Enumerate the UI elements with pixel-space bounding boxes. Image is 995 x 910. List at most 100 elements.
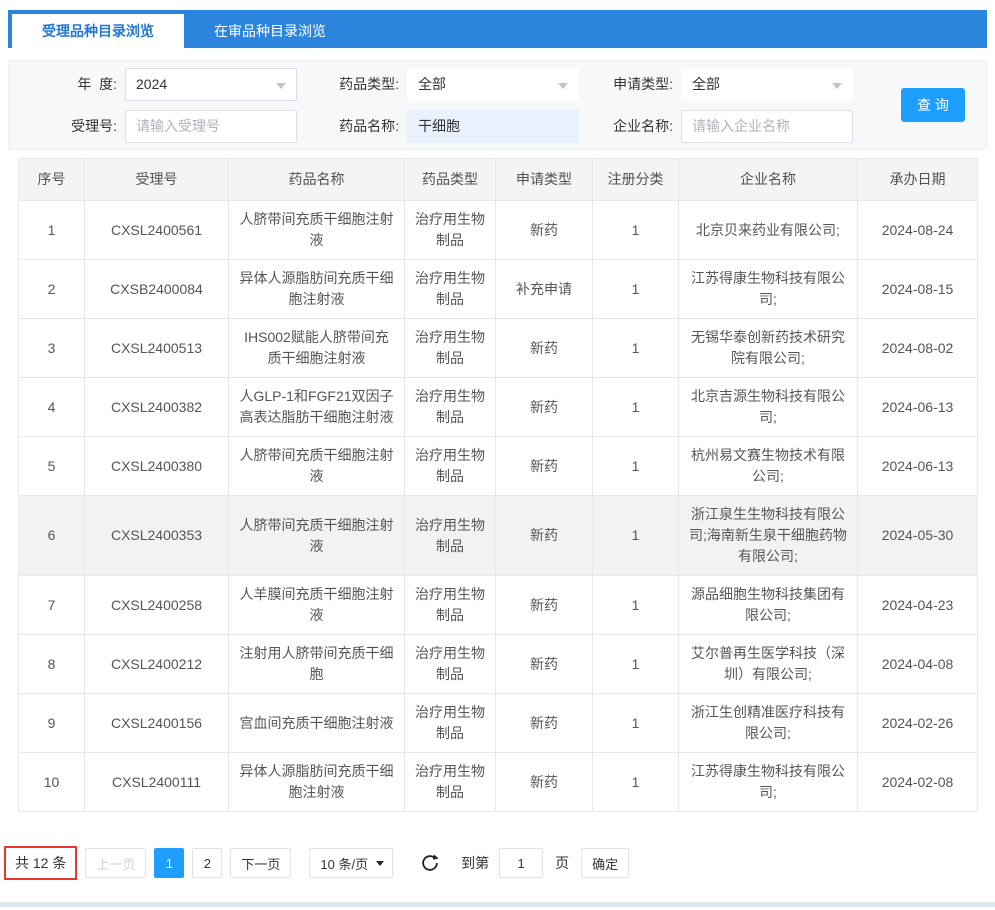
cell-drug-type: 治疗用生物制品: [405, 378, 496, 437]
column-header: 企业名称: [679, 159, 858, 201]
search-button[interactable]: 查 询: [901, 88, 965, 122]
cell-date: 2024-05-30: [858, 496, 978, 576]
cell-date: 2024-06-13: [858, 378, 978, 437]
cell-company: 江苏得康生物科技有限公司;: [679, 753, 858, 812]
filter-panel: 年 度: 2024 药品类型: 全部 申请类型: 全部 受理号:: [8, 60, 987, 150]
cell-seq: 3: [19, 319, 85, 378]
apply-type-label: 申请类型:: [595, 74, 673, 94]
chevron-down-icon: [376, 861, 384, 866]
cell-accept-no: CXSL2400156: [85, 694, 229, 753]
cell-company: 浙江生创精准医疗科技有限公司;: [679, 694, 858, 753]
cell-apply-type: 新药: [496, 378, 593, 437]
next-page-button[interactable]: 下一页: [230, 848, 291, 878]
cell-seq: 9: [19, 694, 85, 753]
tab-bar: 受理品种目录浏览 在审品种目录浏览: [8, 10, 987, 48]
drug-type-value: 全部: [418, 74, 446, 94]
table-row: 1CXSL2400561人脐带间充质干细胞注射液治疗用生物制品新药1北京贝来药业…: [19, 201, 978, 260]
cell-apply-type: 补充申请: [496, 260, 593, 319]
cell-company: 艾尔普再生医学科技（深圳）有限公司;: [679, 635, 858, 694]
cell-drug-name: 宫血间充质干细胞注射液: [229, 694, 405, 753]
column-header: 受理号: [85, 159, 229, 201]
cell-apply-type: 新药: [496, 753, 593, 812]
table-row: 10CXSL2400111异体人源脂肪间充质干细胞注射液治疗用生物制品新药1江苏…: [19, 753, 978, 812]
table-body: 1CXSL2400561人脐带间充质干细胞注射液治疗用生物制品新药1北京贝来药业…: [19, 201, 978, 812]
page-size-select[interactable]: 10 条/页: [309, 848, 393, 878]
cell-drug-name: 人脐带间充质干细胞注射液: [229, 437, 405, 496]
cell-date: 2024-08-02: [858, 319, 978, 378]
apply-type-select[interactable]: 全部: [681, 68, 853, 101]
goto-page-input[interactable]: 1: [499, 848, 543, 878]
table-row: 4CXSL2400382人GLP-1和FGF21双因子高表达脂肪干细胞注射液治疗…: [19, 378, 978, 437]
column-header: 注册分类: [593, 159, 679, 201]
goto-page-label: 到第: [461, 853, 489, 873]
page-number-button[interactable]: 1: [154, 848, 184, 878]
accept-no-input[interactable]: 请输入受理号: [125, 110, 297, 143]
cell-company: 北京贝来药业有限公司;: [679, 201, 858, 260]
cell-reg-class: 1: [593, 437, 679, 496]
drug-name-input[interactable]: 干细胞: [407, 110, 579, 143]
table-row: 5CXSL2400380人脐带间充质干细胞注射液治疗用生物制品新药1杭州易文赛生…: [19, 437, 978, 496]
pagination-bar: 共 12 条 上一页 12 下一页 10 条/页 到第 1 页 确定: [10, 846, 629, 880]
chevron-down-icon: [276, 83, 286, 89]
tab-accepted-catalog[interactable]: 受理品种目录浏览: [12, 14, 184, 48]
cell-drug-type: 治疗用生物制品: [405, 576, 496, 635]
cell-reg-class: 1: [593, 260, 679, 319]
cell-drug-type: 治疗用生物制品: [405, 260, 496, 319]
cell-drug-name: 注射用人脐带间充质干细胞: [229, 635, 405, 694]
total-count-annotated: 共 12 条: [4, 846, 77, 880]
cell-seq: 5: [19, 437, 85, 496]
cell-accept-no: CXSL2400380: [85, 437, 229, 496]
cell-seq: 1: [19, 201, 85, 260]
cell-date: 2024-08-15: [858, 260, 978, 319]
cell-accept-no: CXSL2400382: [85, 378, 229, 437]
refresh-icon[interactable]: [415, 848, 445, 878]
year-select[interactable]: 2024: [125, 68, 297, 101]
cell-drug-type: 治疗用生物制品: [405, 694, 496, 753]
table-header-row: 序号受理号药品名称药品类型申请类型注册分类企业名称承办日期: [19, 159, 978, 201]
cell-reg-class: 1: [593, 576, 679, 635]
cell-drug-type: 治疗用生物制品: [405, 496, 496, 576]
chevron-down-icon: [832, 83, 842, 89]
cell-drug-type: 治疗用生物制品: [405, 437, 496, 496]
cell-drug-name: IHS002赋能人脐带间充质干细胞注射液: [229, 319, 405, 378]
cell-apply-type: 新药: [496, 576, 593, 635]
cell-company: 无锡华泰创新药技术研究院有限公司;: [679, 319, 858, 378]
cell-reg-class: 1: [593, 753, 679, 812]
cell-apply-type: 新药: [496, 437, 593, 496]
cell-seq: 10: [19, 753, 85, 812]
confirm-button[interactable]: 确定: [581, 848, 629, 878]
cell-accept-no: CXSL2400258: [85, 576, 229, 635]
year-label: 年 度:: [45, 74, 117, 94]
cell-seq: 2: [19, 260, 85, 319]
tab-under-review-catalog[interactable]: 在审品种目录浏览: [184, 14, 356, 48]
cell-reg-class: 1: [593, 319, 679, 378]
prev-page-button[interactable]: 上一页: [85, 848, 146, 878]
cell-apply-type: 新药: [496, 496, 593, 576]
cell-drug-name: 人GLP-1和FGF21双因子高表达脂肪干细胞注射液: [229, 378, 405, 437]
cell-drug-name: 异体人源脂肪间充质干细胞注射液: [229, 753, 405, 812]
cell-date: 2024-08-24: [858, 201, 978, 260]
cell-apply-type: 新药: [496, 319, 593, 378]
bottom-strip: [0, 902, 995, 907]
goto-page-unit: 页: [555, 853, 569, 873]
cell-date: 2024-02-26: [858, 694, 978, 753]
table-row: 9CXSL2400156宫血间充质干细胞注射液治疗用生物制品新药1浙江生创精准医…: [19, 694, 978, 753]
drug-type-select[interactable]: 全部: [407, 68, 579, 101]
table-row: 7CXSL2400258人羊膜间充质干细胞注射液治疗用生物制品新药1源品细胞生物…: [19, 576, 978, 635]
cell-accept-no: CXSB2400084: [85, 260, 229, 319]
cell-company: 北京吉源生物科技有限公司;: [679, 378, 858, 437]
company-label: 企业名称:: [595, 116, 673, 136]
company-input[interactable]: 请输入企业名称: [681, 110, 853, 143]
cell-date: 2024-04-23: [858, 576, 978, 635]
accept-no-placeholder: 请输入受理号: [136, 116, 220, 136]
page-size-value: 10 条/页: [320, 854, 368, 873]
cell-reg-class: 1: [593, 496, 679, 576]
cell-date: 2024-02-08: [858, 753, 978, 812]
cell-company: 源品细胞生物科技集团有限公司;: [679, 576, 858, 635]
page-number-button[interactable]: 2: [192, 848, 222, 878]
table-row: 3CXSL2400513IHS002赋能人脐带间充质干细胞注射液治疗用生物制品新…: [19, 319, 978, 378]
cell-drug-name: 人脐带间充质干细胞注射液: [229, 201, 405, 260]
column-header: 药品名称: [229, 159, 405, 201]
column-header: 序号: [19, 159, 85, 201]
cell-accept-no: CXSL2400353: [85, 496, 229, 576]
